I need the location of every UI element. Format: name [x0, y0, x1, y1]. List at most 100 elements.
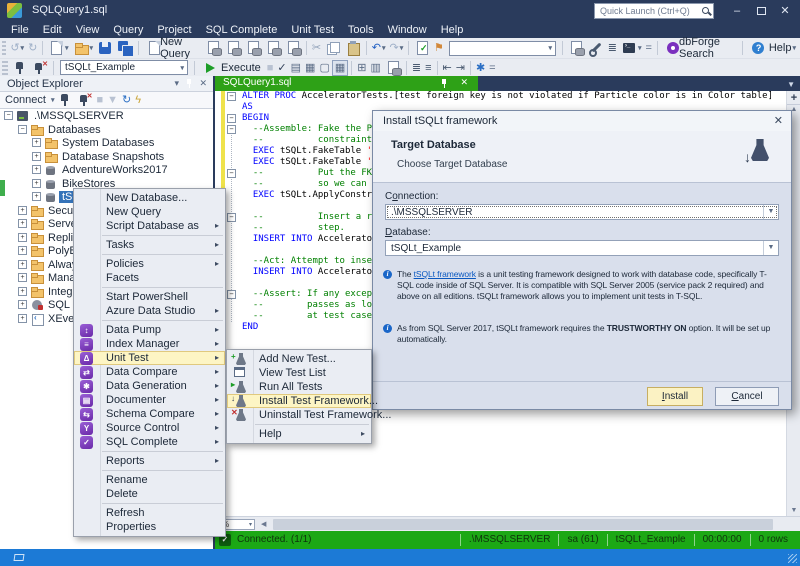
dropdown-arrow-icon[interactable]: ▾ [792, 44, 796, 52]
context-menu-item-index-manager[interactable]: ≡Index Manager▸ [74, 337, 225, 351]
open-file-icon[interactable]: ▾ [71, 40, 96, 56]
expand-icon[interactable]: + [18, 273, 27, 282]
connection-combo[interactable]: .\MSSQLSERVER ▼ [385, 204, 779, 220]
context-menu-item-azure-data-studio[interactable]: Azure Data Studio▸ [74, 304, 225, 318]
sql-prompt-icon[interactable]: ✱ [474, 60, 487, 76]
close-tab-icon[interactable]: ✕ [460, 77, 468, 88]
close-button[interactable]: ✕ [774, 0, 796, 22]
uncomment-selection-icon[interactable]: ≡ [423, 60, 433, 76]
dialog-close-icon[interactable]: ✕ [774, 114, 783, 127]
oe-disconnect-icon[interactable] [55, 92, 75, 108]
query-options-icon[interactable]: ▤ [289, 60, 303, 76]
tree-item-adventureworks2017[interactable]: +AdventureWorks2017 [0, 163, 213, 177]
expand-icon[interactable]: + [18, 219, 27, 228]
save-all-icon[interactable] [115, 40, 135, 56]
close-panel-icon[interactable]: ✕ [199, 78, 207, 89]
dropdown-arrow-icon[interactable]: ▾ [638, 44, 642, 52]
context-menu-item-facets[interactable]: Facets [74, 271, 225, 285]
toolbar-overflow-icon[interactable]: = [643, 40, 653, 56]
quick-launch-input[interactable]: Quick Launch (Ctrl+Q) [594, 3, 714, 19]
context-menu-item-start-powershell[interactable]: Start PowerShell [74, 290, 225, 304]
context-menu-item-data-generation[interactable]: ✱Data Generation▸ [74, 379, 225, 393]
window-position-icon[interactable]: ▾ [174, 78, 179, 89]
context-menu-item-source-control[interactable]: ΥSource Control▸ [74, 421, 225, 435]
expand-icon[interactable]: + [18, 314, 27, 323]
expand-icon[interactable]: + [32, 179, 41, 188]
maximize-button[interactable] [750, 0, 772, 22]
context-menu-item-new-query[interactable]: New Query [74, 205, 225, 219]
expand-icon[interactable]: + [32, 152, 41, 161]
unit-test-submenu-item-uninstall-test-framework[interactable]: ✕Uninstall Test Framework... [227, 408, 371, 422]
minimize-button[interactable]: – [726, 0, 748, 22]
menu-tools[interactable]: Tools [341, 22, 381, 38]
context-menu-item-reports[interactable]: Reports▸ [74, 454, 225, 468]
fold-toggle-icon[interactable]: − [227, 169, 236, 178]
context-menu-item-policies[interactable]: Policies▸ [74, 257, 225, 271]
context-menu-item-script-database-as[interactable]: Script Database as▸ [74, 219, 225, 233]
decrease-indent-icon[interactable]: ⇤ [441, 60, 454, 76]
execute-button[interactable]: Execute [198, 59, 265, 76]
dbforge-search-button[interactable]: dbForge Search [661, 40, 740, 57]
toolbar-grip[interactable] [2, 61, 8, 75]
connect-button[interactable]: Connect [5, 94, 46, 106]
find-combo[interactable]: ▾ [449, 41, 556, 56]
fold-toggle-icon[interactable]: − [227, 290, 236, 299]
oe-refresh-icon[interactable]: ↻ [120, 92, 133, 108]
dropdown-arrow-icon[interactable]: ▾ [65, 44, 69, 52]
install-button[interactable]: Install [647, 387, 703, 406]
zoom-dropdown-icon[interactable]: ▾ [249, 521, 252, 530]
oe-square-icon[interactable]: ■ [95, 92, 106, 108]
context-menu-item-refresh[interactable]: Refresh [74, 506, 225, 520]
expand-icon[interactable]: + [32, 138, 41, 147]
nav-forward-icon[interactable]: ↻ [26, 40, 39, 56]
change-connection-icon[interactable]: ✕ [30, 60, 50, 76]
unit-test-submenu-item-view-test-list[interactable]: View Test List [227, 366, 371, 380]
context-menu-item-data-pump[interactable]: ↕Data Pump▸ [74, 323, 225, 337]
unit-test-submenu-item-add-new-test[interactable]: +Add New Test... [227, 352, 371, 366]
context-menu-item-schema-compare[interactable]: ⇆Schema Compare▸ [74, 407, 225, 421]
fold-toggle-icon[interactable]: − [227, 213, 236, 222]
cancel-query-icon[interactable]: ■ [265, 60, 276, 76]
combo-dropdown-icon[interactable]: ▾ [177, 64, 187, 72]
script-changes-icon[interactable] [412, 40, 432, 56]
context-menu-item-new-database[interactable]: New Database... [74, 191, 225, 205]
combo-dropdown-icon[interactable]: ▾ [545, 44, 555, 52]
unit-test-submenu-item-help[interactable]: Help▸ [227, 427, 371, 441]
database-combo[interactable]: tSQLt_Example ▼ [385, 240, 779, 256]
new-xmla-query-icon[interactable] [283, 40, 303, 56]
pin-tab-icon[interactable] [440, 79, 448, 89]
unit-test-submenu-item-install-test-framework[interactable]: ↓Install Test Framework... [227, 394, 371, 408]
dropdown-arrow-icon[interactable]: ▾ [21, 44, 25, 52]
tree-item-mssqlserver[interactable]: −.\MSSQLSERVER [0, 109, 213, 123]
oe-activity-icon[interactable]: ϟ [133, 92, 143, 108]
menu-file[interactable]: File [4, 22, 36, 38]
results-to-grid-icon[interactable]: ▦ [332, 60, 348, 76]
comment-selection-icon[interactable]: ≣ [410, 60, 423, 76]
toolbar-overflow-icon-2[interactable]: = [487, 60, 497, 76]
pin-icon[interactable] [185, 79, 193, 89]
menu-sql-complete[interactable]: SQL Complete [199, 22, 285, 38]
edit-rows-icon[interactable]: ▥ [368, 60, 382, 76]
dropdown-arrow-icon[interactable]: ▾ [90, 44, 94, 52]
new-sqlcmd-query-icon[interactable] [223, 40, 243, 56]
new-file-icon[interactable]: ▾ [46, 40, 71, 56]
menu-help[interactable]: Help [434, 22, 471, 38]
expand-icon[interactable]: + [18, 287, 27, 296]
scroll-left-icon[interactable]: ◀ [261, 520, 266, 528]
expand-icon[interactable]: − [4, 111, 13, 120]
fold-toggle-icon[interactable]: − [227, 92, 236, 101]
context-menu-item-documenter[interactable]: ▤Documenter▸ [74, 393, 225, 407]
console-icon[interactable]: ▾ [619, 40, 644, 56]
context-menu-item-data-compare[interactable]: ⇄Data Compare▸ [74, 365, 225, 379]
split-editor-icon[interactable]: + [787, 91, 800, 105]
menu-query[interactable]: Query [106, 22, 150, 38]
tab-list-dropdown-icon[interactable]: ▼ [787, 80, 795, 89]
toolbar-grip[interactable] [2, 41, 6, 55]
expand-icon[interactable]: + [18, 233, 27, 242]
scrollbar-thumb[interactable] [273, 519, 773, 530]
increase-indent-icon[interactable]: ⇥ [454, 60, 467, 76]
copy-icon[interactable] [323, 40, 343, 56]
parse-query-icon[interactable]: ✓ [275, 60, 288, 76]
nav-backward-icon[interactable]: ↺▾ [8, 40, 26, 56]
expand-icon[interactable]: + [32, 165, 41, 174]
